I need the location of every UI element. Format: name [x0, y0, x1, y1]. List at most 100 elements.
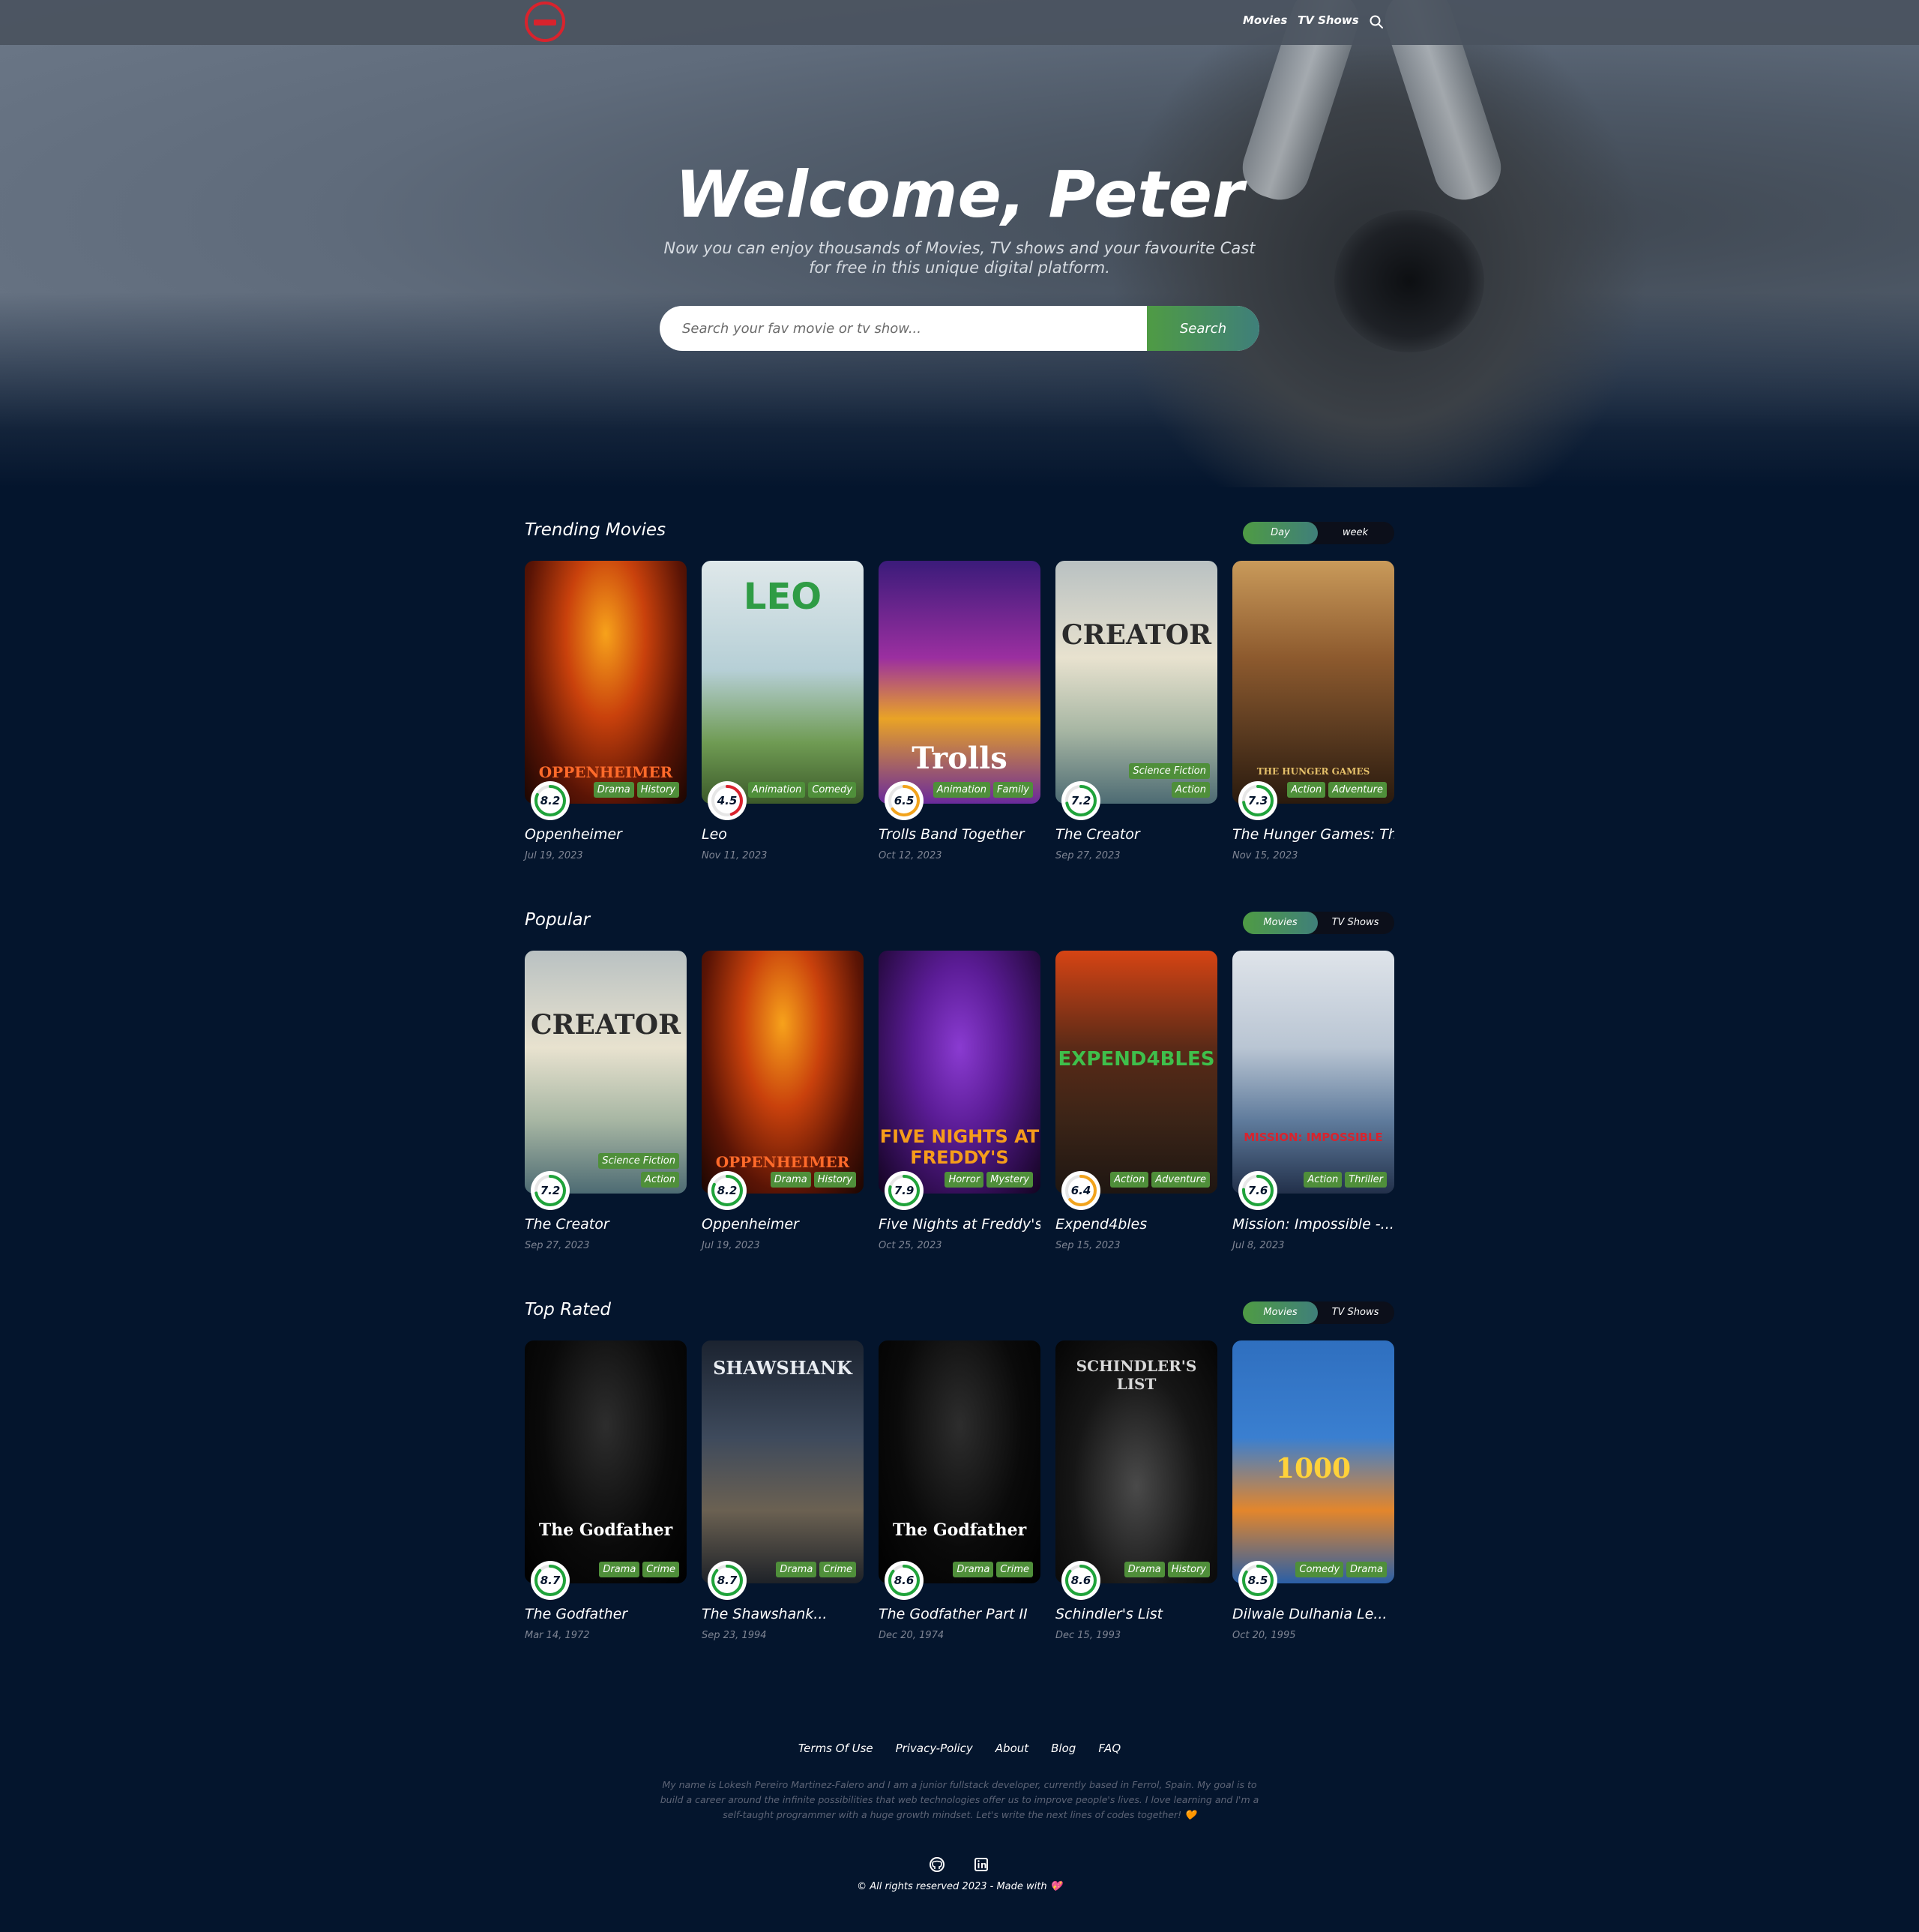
- movie-title[interactable]: The Hunger Games: Th...: [1232, 826, 1394, 843]
- movie-title[interactable]: Trolls Band Together: [879, 826, 1040, 843]
- footer-link-faq[interactable]: FAQ: [1098, 1742, 1121, 1755]
- movie-poster[interactable]: The Godfather Drama Crime: [525, 1340, 687, 1583]
- release-date: Nov 11, 2023: [702, 850, 768, 861]
- release-date: Sep 27, 2023: [525, 1240, 590, 1251]
- movie-card[interactable]: 1000 Comedy Drama 8.5 Dilwale Dulhania Le...…: [1232, 1340, 1394, 1641]
- rating-value: 6.5: [894, 794, 915, 807]
- footer-link-blog[interactable]: Blog: [1051, 1742, 1076, 1755]
- movie-poster[interactable]: EXPEND4BLES Action Adventure: [1055, 951, 1217, 1194]
- release-date: Dec 20, 1974: [879, 1630, 945, 1641]
- movie-poster[interactable]: 1000 Comedy Drama: [1232, 1340, 1394, 1583]
- rating-value: 7.9: [894, 1184, 915, 1197]
- movie-title[interactable]: The Godfather: [525, 1606, 687, 1622]
- movie-title[interactable]: Dilwale Dulhania Le...: [1232, 1606, 1394, 1622]
- movie-title[interactable]: The Creator: [1055, 826, 1217, 843]
- movie-poster[interactable]: CREATOR Science Fiction Action: [1055, 561, 1217, 804]
- movie-poster[interactable]: LEO Animation Comedy: [702, 561, 864, 804]
- search-button[interactable]: Search: [1147, 306, 1259, 351]
- release-date: Oct 20, 1995: [1232, 1630, 1296, 1641]
- tab-week[interactable]: week: [1318, 522, 1393, 544]
- movie-title[interactable]: Leo: [702, 826, 864, 843]
- movie-title[interactable]: The Shawshank...: [702, 1606, 864, 1622]
- movie-title[interactable]: Schindler's List: [1055, 1606, 1217, 1622]
- movie-poster[interactable]: Trolls Animation Family: [879, 561, 1040, 804]
- genre-tags: Science Fiction Action: [1129, 763, 1210, 798]
- movie-poster[interactable]: The Godfather Drama Crime: [879, 1340, 1040, 1583]
- genre-tags: Drama Crime: [599, 1562, 679, 1577]
- movie-card[interactable]: MISSION: IMPOSSIBLE Action Thriller 7.6 Miss…: [1232, 951, 1394, 1251]
- movie-title[interactable]: Five Nights at Freddy's: [879, 1216, 1040, 1233]
- movie-card[interactable]: SHAWSHANK Drama Crime 8.7 The Shawshank... Se…: [702, 1340, 864, 1641]
- footer-link-terms[interactable]: Terms Of Use: [798, 1742, 873, 1755]
- movie-title[interactable]: Oppenheimer: [702, 1216, 864, 1233]
- movie-card[interactable]: FIVE NIGHTS AT FREDDY'S Horror Mystery 7.9 F…: [879, 951, 1040, 1251]
- movie-poster[interactable]: SHAWSHANK Drama Crime: [702, 1340, 864, 1583]
- release-date: Sep 23, 1994: [702, 1630, 767, 1641]
- movie-poster[interactable]: OPPENHEIMER Drama History: [525, 561, 687, 804]
- movie-poster[interactable]: THE HUNGER GAMES Action Adventure: [1232, 561, 1394, 804]
- movie-title[interactable]: Oppenheimer: [525, 826, 687, 843]
- linkedin-icon[interactable]: [973, 1856, 989, 1873]
- tab-tv-shows[interactable]: TV Shows: [1318, 1301, 1393, 1324]
- movie-card[interactable]: CREATOR Science Fiction Action 7.2 The Creat…: [1055, 561, 1217, 861]
- footer-link-about[interactable]: About: [995, 1742, 1028, 1755]
- tab-movies[interactable]: Movies: [1243, 1301, 1318, 1324]
- poster-title-text: THE HUNGER GAMES: [1256, 766, 1370, 777]
- genre-tags: Drama Crime: [776, 1562, 856, 1577]
- copyright-text: © All rights reserved 2023 - Made with 💖: [857, 1881, 1062, 1892]
- tab-movies[interactable]: Movies: [1243, 912, 1318, 934]
- movie-title[interactable]: The Godfather Part II: [879, 1606, 1040, 1622]
- movie-card[interactable]: Trolls Animation Family 6.5 Trolls Band Toge…: [879, 561, 1040, 861]
- rating-circle: 8.2: [708, 1171, 747, 1210]
- tab-day[interactable]: Day: [1243, 522, 1318, 544]
- rating-value: 6.4: [1070, 1184, 1091, 1197]
- genre-tags: Animation Family: [933, 782, 1033, 798]
- movie-card[interactable]: SCHINDLER'S LIST Drama History 8.6 Schindler…: [1055, 1340, 1217, 1641]
- rating-circle: 7.2: [531, 1171, 570, 1210]
- poster-title-text: EXPEND4BLES: [1058, 1048, 1215, 1071]
- movie-card[interactable]: LEO Animation Comedy 4.5 Leo Nov 11, 2023: [702, 561, 864, 861]
- hero-search-bar: Search: [660, 306, 1259, 351]
- genre-badge: Animation: [933, 782, 990, 798]
- section-popular: Popular Movies TV Shows CREATOR Science Fict…: [525, 910, 1394, 1255]
- genre-tags: Action Adventure: [1287, 782, 1387, 798]
- release-date: Jul 19, 2023: [525, 850, 583, 861]
- genre-tags: Drama Crime: [953, 1562, 1033, 1577]
- poster-image: [1055, 951, 1217, 1194]
- movie-card[interactable]: THE HUNGER GAMES Action Adventure 7.3 The Hu…: [1232, 561, 1394, 861]
- movie-card[interactable]: OPPENHEIMER Drama History 8.2 Oppenheimer Jul…: [702, 951, 864, 1251]
- movie-card[interactable]: CREATOR Science Fiction Action 7.2 The Creat…: [525, 951, 687, 1251]
- poster-title-text: CREATOR: [530, 1009, 681, 1041]
- github-icon[interactable]: [929, 1856, 945, 1873]
- genre-badge: Drama: [776, 1562, 817, 1577]
- logo-icon[interactable]: [525, 1, 565, 42]
- genre-badge: Action: [1172, 782, 1210, 798]
- search-input[interactable]: [660, 306, 1147, 351]
- rating-value: 7.2: [1070, 794, 1091, 807]
- tab-tv-shows[interactable]: TV Shows: [1318, 912, 1393, 934]
- movie-title[interactable]: Mission: Impossible -...: [1232, 1216, 1394, 1233]
- footer-link-privacy[interactable]: Privacy-Policy: [896, 1742, 973, 1755]
- movie-poster[interactable]: SCHINDLER'S LIST Drama History: [1055, 1340, 1217, 1583]
- rating-circle: 7.9: [885, 1171, 924, 1210]
- movie-poster[interactable]: MISSION: IMPOSSIBLE Action Thriller: [1232, 951, 1394, 1194]
- movie-title[interactable]: Expend4bles: [1055, 1216, 1217, 1233]
- movie-poster[interactable]: FIVE NIGHTS AT FREDDY'S Horror Mystery: [879, 951, 1040, 1194]
- search-icon[interactable]: [1369, 14, 1384, 29]
- rating-circle: 8.7: [708, 1561, 747, 1600]
- genre-badge: History: [636, 782, 679, 798]
- movie-card[interactable]: The Godfather Drama Crime 8.7 The Godfather M…: [525, 1340, 687, 1641]
- movie-poster[interactable]: CREATOR Science Fiction Action: [525, 951, 687, 1194]
- poster-title-text: OPPENHEIMER: [715, 1153, 850, 1171]
- movie-card[interactable]: EXPEND4BLES Action Adventure 6.4 Expend4bles…: [1055, 951, 1217, 1251]
- movie-poster[interactable]: OPPENHEIMER Drama History: [702, 951, 864, 1194]
- movie-title[interactable]: The Creator: [525, 1216, 687, 1233]
- release-date: Oct 12, 2023: [879, 850, 942, 861]
- movie-card[interactable]: OPPENHEIMER Drama History 8.2 Oppenheimer Jul…: [525, 561, 687, 861]
- section-top-rated: Top Rated Movies TV Shows The Godfather Dram…: [525, 1300, 1394, 1645]
- movie-card[interactable]: The Godfather Drama Crime 8.6 The Godfather …: [879, 1340, 1040, 1641]
- poster-title-text: SHAWSHANK: [713, 1357, 852, 1379]
- nav-movies-link[interactable]: Movies: [1243, 13, 1287, 27]
- nav-tvshows-link[interactable]: TV Shows: [1298, 13, 1359, 27]
- genre-badge: Crime: [819, 1562, 856, 1577]
